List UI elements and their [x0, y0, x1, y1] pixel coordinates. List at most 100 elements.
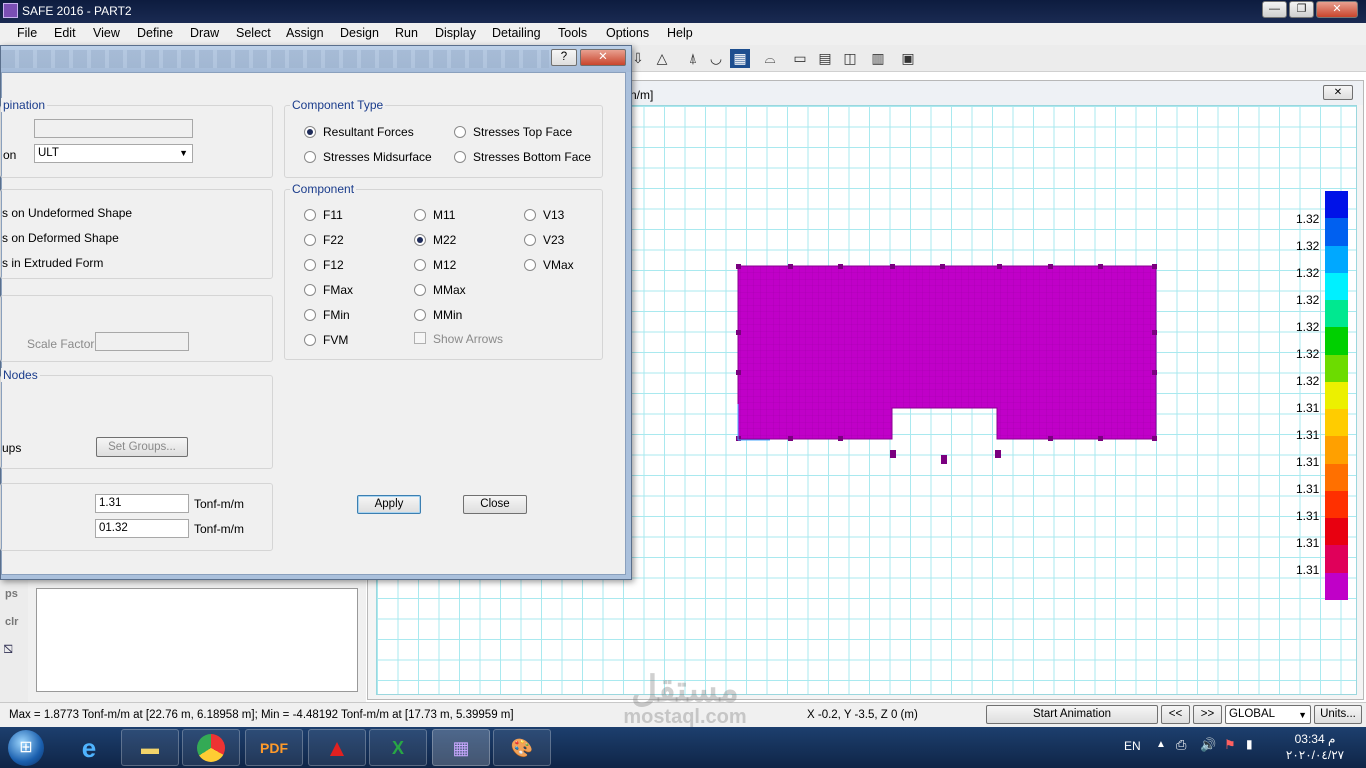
scale-group: Scale Factor [0, 295, 273, 362]
legend-color-swatch [1325, 463, 1348, 491]
contour-legend-bar [1325, 191, 1348, 600]
legend-label: 1.32 [1296, 347, 1320, 361]
watermark-url: mostaql.com [623, 706, 747, 728]
next-button[interactable]: >> [1193, 705, 1222, 724]
legend-label: 1.31 [1296, 509, 1320, 523]
volume-icon[interactable]: 🔊 [1200, 737, 1216, 753]
excel-icon[interactable]: X [369, 729, 427, 766]
pdf-icon[interactable]: PDF [245, 729, 303, 766]
slab-shape[interactable] [737, 265, 1157, 440]
label-v23: V23 [543, 233, 565, 247]
load-combination-group: pination on ULT ▼ [0, 98, 273, 178]
radio-f22[interactable] [304, 234, 316, 246]
label-stresses-mid: Stresses Midsurface [323, 150, 432, 164]
radio-fmin[interactable] [304, 309, 316, 321]
radio-resultant-forces[interactable] [304, 126, 316, 138]
radio-f11[interactable] [304, 209, 316, 221]
start-animation-button[interactable]: Start Animation [986, 705, 1158, 724]
label-show-arrows: Show Arrows [433, 332, 504, 346]
radio-m11[interactable] [414, 209, 426, 221]
label-f22: F22 [323, 233, 344, 247]
dialog-caption: ? ✕ [1, 46, 631, 72]
chrome-icon[interactable] [182, 729, 240, 766]
contour-max-field[interactable]: 01.32 [95, 519, 189, 538]
set-groups-button: Set Groups... [96, 437, 188, 457]
radio-fmax[interactable] [304, 284, 316, 296]
scale-factor-field [95, 332, 189, 351]
signal-icon[interactable]: ▮ [1246, 737, 1253, 751]
radio-mmax[interactable] [414, 284, 426, 296]
load-combination-title: pination [1, 98, 48, 112]
watermark-logo-text: مستقل [631, 668, 739, 709]
option-undeformed[interactable]: s on Undeformed Shape [2, 206, 132, 220]
label-mmin: MMin [433, 308, 463, 322]
watermark: مستقل mostaql.com [600, 668, 770, 729]
radio-stresses-bottom[interactable] [454, 151, 466, 163]
paint-icon[interactable]: 🎨 [493, 729, 551, 766]
coordinate-system-select[interactable]: GLOBAL ▼ [1225, 705, 1311, 724]
case-type-field [34, 119, 193, 138]
radio-f12[interactable] [304, 259, 316, 271]
apply-button[interactable]: Apply [357, 495, 421, 514]
component-type-title: Component Type [290, 98, 386, 112]
combination-select[interactable]: ULT ▼ [34, 144, 193, 163]
clock-time[interactable]: 03:34 م [1280, 732, 1350, 746]
radio-v23[interactable] [524, 234, 536, 246]
radio-v13[interactable] [524, 209, 536, 221]
legend-label: 1.31 [1296, 455, 1320, 469]
option-deformed[interactable]: s on Deformed Shape [2, 231, 119, 245]
component-type-group: Component Type Resultant Forces Stresses… [284, 98, 603, 178]
groups-label: ups [2, 441, 22, 455]
legend-color-swatch [1325, 218, 1348, 246]
ie-icon[interactable]: e [60, 729, 118, 766]
language-indicator[interactable]: EN [1124, 739, 1141, 753]
max-min-readout: Max = 1.8773 Tonf-m/m at [22.76 m, 6.189… [9, 709, 514, 721]
radio-mmin[interactable] [414, 309, 426, 321]
label-f12: F12 [323, 258, 344, 272]
radio-stresses-mid[interactable] [304, 151, 316, 163]
contour-min-unit: Tonf-m/m [194, 497, 245, 511]
contour-min-field[interactable]: 1.31 [95, 494, 189, 513]
autocad-icon[interactable]: ▲ [308, 729, 366, 766]
folder-icon[interactable]: ▬ [121, 729, 179, 766]
help-button[interactable]: ? [551, 49, 577, 66]
contour-max-value: 01.32 [99, 522, 128, 534]
legend-label: 1.31 [1296, 401, 1320, 415]
legend-color-swatch [1325, 245, 1348, 273]
scale-factor-label: Scale Factor [27, 337, 95, 351]
combination-value: ULT [38, 147, 59, 159]
dialog-close-button[interactable]: Close [463, 495, 527, 514]
safe-icon[interactable]: ▦ [432, 729, 490, 766]
radio-m12[interactable] [414, 259, 426, 271]
printer-icon[interactable]: ⎙ [1176, 737, 1186, 753]
label-fvm: FVM [323, 333, 349, 347]
radio-m22[interactable] [414, 234, 426, 246]
coordinate-system-value: GLOBAL [1229, 708, 1276, 720]
windows-start-icon[interactable]: ⊞ [8, 730, 44, 766]
legend-label: 1.31 [1296, 563, 1320, 577]
legend-label: 1.32 [1296, 374, 1320, 388]
radio-fvm[interactable] [304, 334, 316, 346]
legend-color-swatch [1325, 518, 1348, 546]
dialog-body: pination on ULT ▼ s on Undeformed Shape … [0, 72, 626, 575]
previous-button[interactable]: << [1161, 705, 1190, 724]
legend-label: 1.32 [1296, 212, 1320, 226]
option-extruded[interactable]: s in Extruded Form [2, 256, 103, 270]
screen: SAFE 2016 - PART2 — ❐ ✕ File Edit View D… [0, 0, 1366, 768]
network-icon[interactable]: ⚑ [1224, 737, 1236, 753]
chevron-up-icon[interactable]: ▲ [1156, 739, 1166, 750]
component-group: Component F11 F22 F12 FMax FMin FVM M11 … [284, 182, 603, 360]
combination-label: on [3, 148, 17, 162]
clock-date[interactable]: ٢٠٢٠/٠٤/٢٧ [1276, 748, 1354, 762]
units-button[interactable]: Units... [1314, 705, 1362, 724]
component-title: Component [290, 182, 357, 196]
legend-color-swatch [1325, 300, 1348, 328]
radio-stresses-top[interactable] [454, 126, 466, 138]
radio-vmax[interactable] [524, 259, 536, 271]
legend-color-swatch [1325, 354, 1348, 382]
legend-label: 1.31 [1296, 536, 1320, 550]
legend-color-swatch [1325, 327, 1348, 355]
label-m12: M12 [433, 258, 457, 272]
dialog-close-x-button[interactable]: ✕ [580, 49, 626, 66]
label-vmax: VMax [543, 258, 574, 272]
